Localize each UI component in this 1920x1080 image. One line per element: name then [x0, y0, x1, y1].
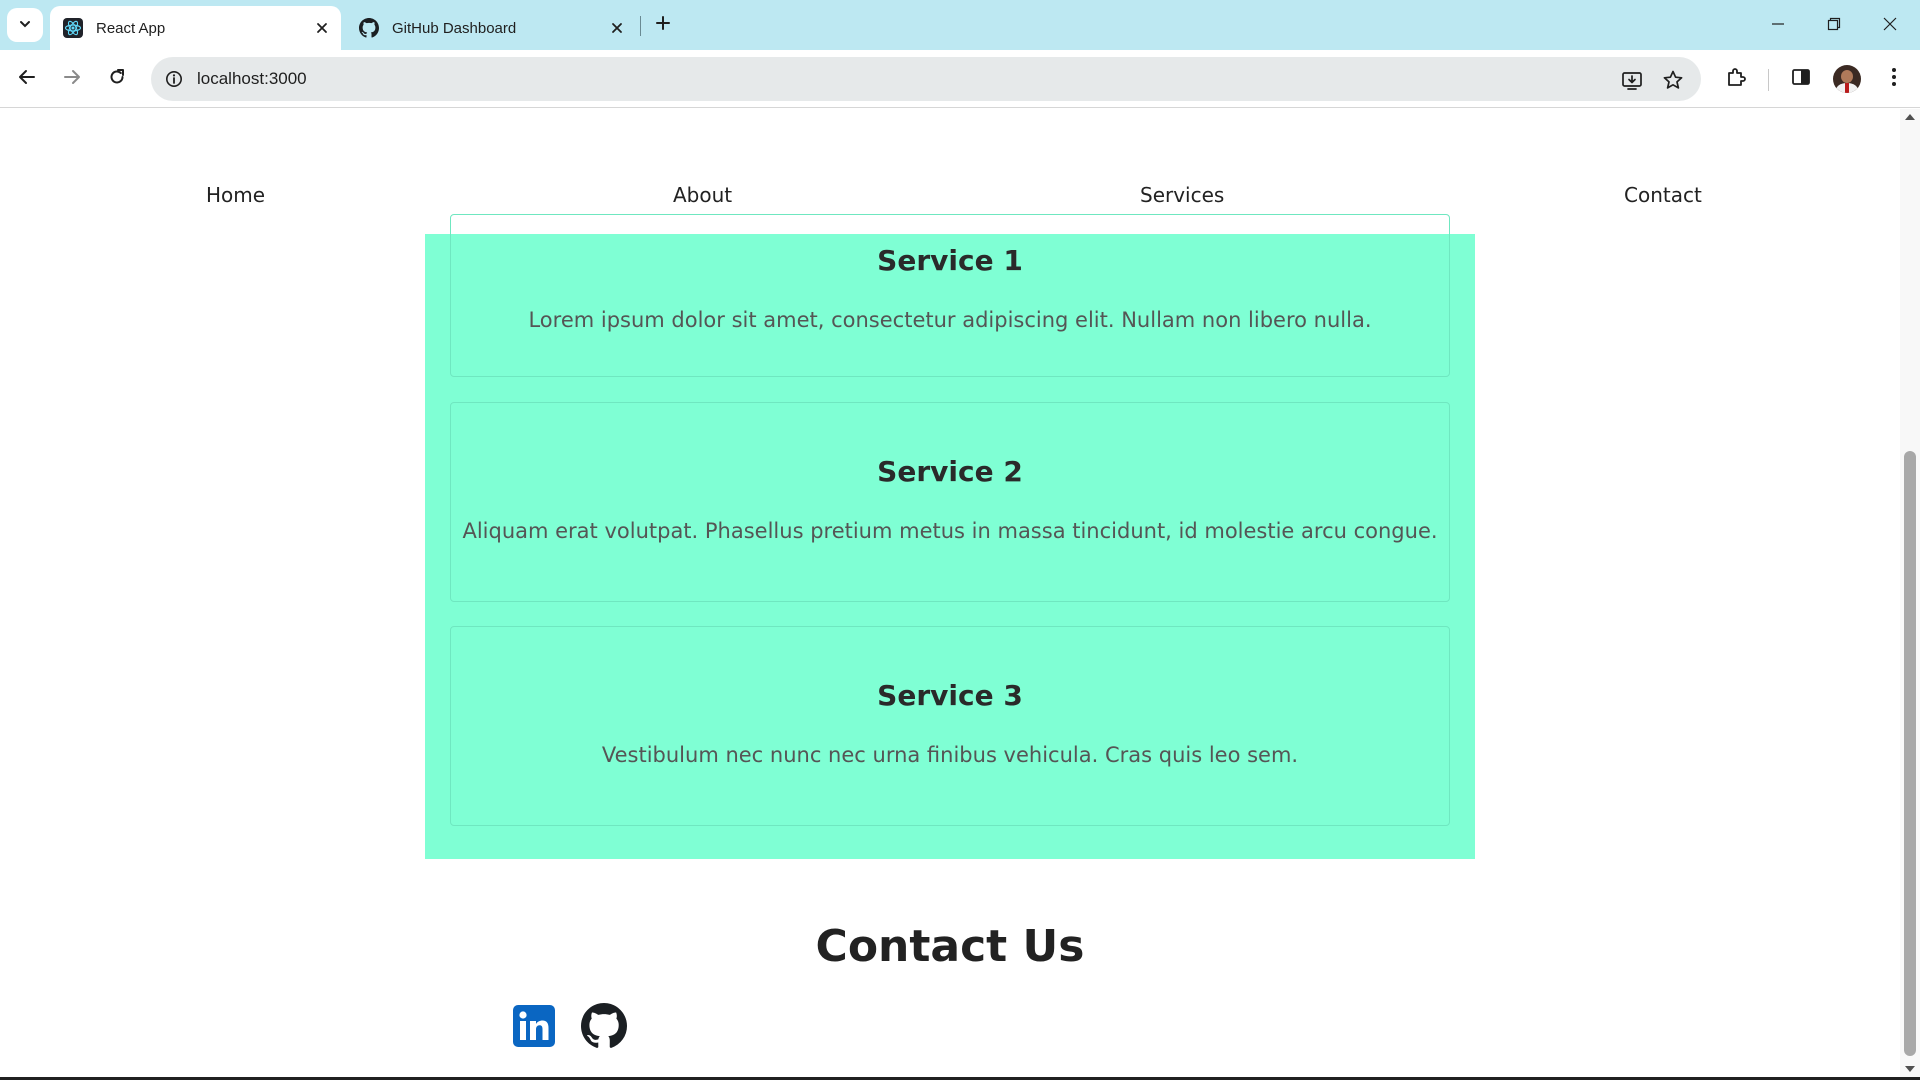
scroll-down-arrow-icon[interactable] — [1905, 1066, 1915, 1072]
github-icon — [358, 17, 380, 39]
restore-button[interactable] — [1806, 0, 1862, 50]
tab-separator — [640, 16, 641, 36]
close-tab-icon[interactable] — [311, 17, 333, 39]
extensions-button[interactable] — [1719, 62, 1753, 96]
service-description: Vestibulum nec nunc nec urna finibus veh… — [601, 743, 1299, 767]
browser-toolbar: localhost:3000 — [0, 50, 1920, 108]
install-app-icon[interactable] — [1619, 67, 1645, 93]
tab-search-button[interactable] — [7, 8, 43, 42]
tab-title: React App — [96, 19, 166, 37]
side-panel-icon — [1790, 66, 1812, 92]
chevron-down-icon — [18, 16, 32, 35]
scroll-up-arrow-icon[interactable] — [1905, 114, 1915, 120]
minimize-button[interactable] — [1750, 0, 1806, 50]
nav-link-contact[interactable]: Contact — [1624, 183, 1702, 207]
service-title: Service 2 — [877, 455, 1023, 488]
tab-react-app[interactable]: React App — [50, 6, 341, 50]
url-text: localhost:3000 — [197, 69, 307, 88]
tab-github-dashboard[interactable]: GitHub Dashboard — [346, 6, 636, 50]
scrollbar-thumb[interactable] — [1904, 451, 1916, 1056]
service-card: Service 1 Lorem ipsum dolor sit amet, co… — [450, 214, 1450, 377]
browser-tab-strip: React App GitHub Dashboard — [0, 0, 1920, 50]
toolbar-divider — [1768, 69, 1769, 91]
site-navbar: Home About Services Contact — [0, 169, 1900, 219]
arrow-left-icon — [18, 68, 36, 90]
bookmark-star-icon[interactable] — [1660, 67, 1686, 93]
page-scrollbar[interactable] — [1900, 109, 1920, 1077]
services-section: Service 1 Lorem ipsum dolor sit amet, co… — [425, 214, 1475, 859]
address-bar[interactable]: localhost:3000 — [151, 57, 1701, 101]
restore-icon — [1827, 16, 1841, 35]
service-title: Service 3 — [877, 679, 1023, 712]
nav-link-home[interactable]: Home — [206, 183, 265, 207]
puzzle-icon — [1725, 66, 1747, 92]
service-card: Service 2 Aliquam erat volutpat. Phasell… — [450, 402, 1450, 602]
plus-icon — [655, 15, 671, 35]
arrow-right-icon — [63, 68, 81, 90]
linkedin-link[interactable] — [510, 1004, 558, 1052]
side-panel-button[interactable] — [1784, 62, 1818, 96]
site-info-icon[interactable] — [163, 68, 185, 90]
close-tab-icon[interactable] — [606, 17, 628, 39]
linkedin-icon — [513, 1005, 555, 1051]
page-viewport: Home About Services Contact Service 1 Lo… — [0, 109, 1900, 1077]
close-window-button[interactable] — [1862, 0, 1918, 50]
react-icon — [62, 17, 84, 39]
browser-menu-button[interactable] — [1877, 62, 1911, 96]
service-description: Lorem ipsum dolor sit amet, consectetur … — [528, 308, 1372, 332]
nav-link-about[interactable]: About — [673, 183, 732, 207]
reload-button[interactable] — [100, 62, 134, 96]
service-description: Aliquam erat volutpat. Phasellus pretium… — [462, 519, 1438, 543]
forward-button[interactable] — [55, 62, 89, 96]
tab-title: GitHub Dashboard — [392, 19, 517, 37]
service-card: Service 3 Vestibulum nec nunc nec urna f… — [450, 626, 1450, 826]
nav-link-services[interactable]: Services — [1140, 183, 1224, 207]
reload-icon — [108, 68, 126, 90]
back-button[interactable] — [10, 62, 44, 96]
profile-avatar[interactable] — [1833, 65, 1861, 93]
service-title: Service 1 — [877, 244, 1023, 277]
contact-heading: Contact Us — [815, 921, 1085, 972]
github-icon — [581, 1003, 627, 1053]
minimize-icon — [1771, 16, 1785, 35]
new-tab-button[interactable] — [650, 11, 676, 39]
more-vertical-icon — [1891, 67, 1897, 91]
close-icon — [1883, 16, 1897, 35]
github-link[interactable] — [580, 1003, 628, 1053]
